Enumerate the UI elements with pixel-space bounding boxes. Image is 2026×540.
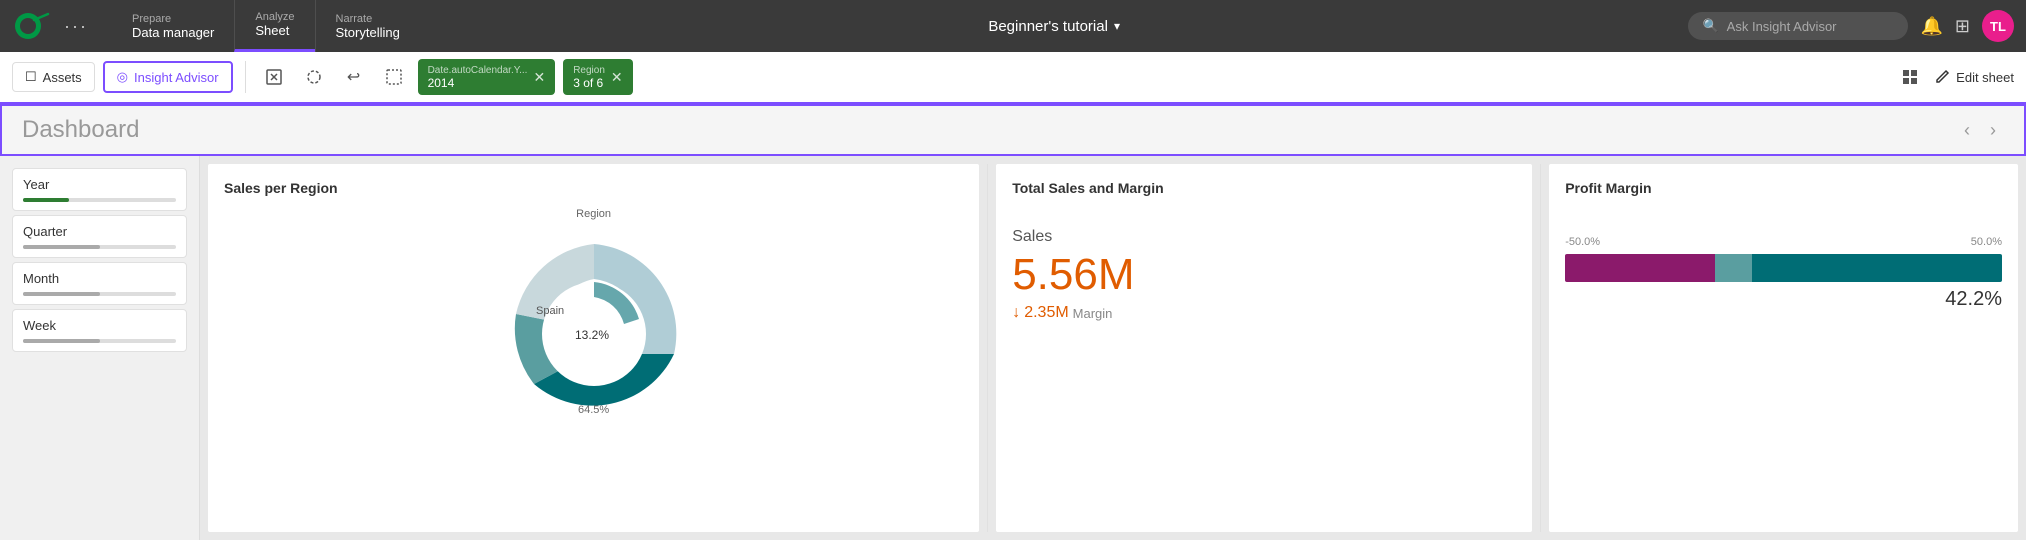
insight-icon: ◎ [117,69,128,85]
month-filter[interactable]: Month [12,262,187,305]
nav-narrate[interactable]: Narrate Storytelling [315,0,420,52]
quarter-filter-track [23,245,176,249]
search-icon: 🔍 [1702,18,1718,34]
separator-1 [987,164,988,532]
lasso-tool-button[interactable] [298,61,330,93]
right-nav: 🔍 Ask Insight Advisor 🔔 ⊞ TL [1688,10,2014,42]
margin-label: Margin [1073,306,1113,321]
bottom-pct-label: 64.5% [578,404,609,416]
insight-advisor-button[interactable]: ◎ Insight Advisor [103,61,233,93]
more-options-button[interactable]: ··· [64,16,88,37]
apps-grid-button[interactable]: ⊞ [1955,16,1970,37]
charts-area: Sales per Region Region [200,156,2026,540]
kpi-container: Sales 5.56M ↓ 2.35M Margin [1012,208,1516,342]
clear-selections-button[interactable] [378,61,410,93]
sheet-next-button[interactable]: › [1982,116,2004,145]
app-title[interactable]: Beginner's tutorial ▾ [420,18,1689,35]
nav-prepare[interactable]: Prepare Data manager [112,0,234,52]
profit-margin-chart: Profit Margin -50.0% 50.0% 42.2% [1549,164,2018,532]
svg-text:Spain: Spain [536,305,564,317]
sheet-title: Dashboard [22,116,139,144]
grid-view-button[interactable] [1894,61,1926,93]
divider [245,61,246,93]
donut-svg: Spain 13.2% [484,224,704,424]
quarter-filter[interactable]: Quarter [12,215,187,258]
profit-margin-content: -50.0% 50.0% 42.2% [1565,236,2002,311]
toolbar-right: Edit sheet [1894,61,2014,93]
sheet-prev-button[interactable]: ‹ [1956,116,1978,145]
year-filter-fill [23,198,69,202]
year-filter-track [23,198,176,202]
pm-bar [1565,254,2002,282]
assets-button[interactable]: ☐ Assets [12,62,95,92]
sheet-title-bar: Dashboard ‹ › [0,104,2026,156]
filter-chip-region[interactable]: Region 3 of 6 ✕ [563,59,632,95]
pm-bar-mid [1715,254,1752,282]
donut-chart: Region Spain [224,208,963,416]
notifications-button[interactable]: 🔔 [1920,16,1942,37]
month-filter-track [23,292,176,296]
nav-analyze[interactable]: Analyze Sheet [234,0,314,52]
month-filter-fill [23,292,100,296]
selection-tool-button[interactable] [258,61,290,93]
quarter-filter-fill [23,245,100,249]
total-sales-chart: Total Sales and Margin Sales 5.56M ↓ 2.3… [996,164,1532,532]
toolbar: ☐ Assets ◎ Insight Advisor ↩ Date.autoCa… [0,52,2026,104]
week-filter[interactable]: Week [12,309,187,352]
week-filter-fill [23,339,100,343]
top-navigation: ··· Prepare Data manager Analyze Sheet N… [0,0,2026,52]
insight-advisor-search[interactable]: 🔍 Ask Insight Advisor [1688,12,1908,40]
pm-percentage: 42.2% [1565,288,2002,311]
filter-chip-date[interactable]: Date.autoCalendar.Y... 2014 ✕ [418,59,556,95]
back-button[interactable]: ↩ [338,61,370,93]
filter-chip-date-close[interactable]: ✕ [533,69,545,86]
sales-region-chart: Sales per Region Region [208,164,979,532]
assets-icon: ☐ [25,69,37,85]
main-content: Year Quarter Month Week Sale [0,156,2026,540]
sheet-navigation: ‹ › [1956,116,2004,145]
user-avatar[interactable]: TL [1982,10,2014,42]
pm-scale: -50.0% 50.0% [1565,236,2002,248]
pm-bar-purple [1565,254,1715,282]
trend-arrow: ↓ [1012,304,1020,322]
edit-sheet-button[interactable]: Edit sheet [1934,69,2014,85]
week-filter-track [23,339,176,343]
chevron-down-icon: ▾ [1114,19,1120,33]
qlik-logo[interactable] [12,10,56,42]
separator-2 [1540,164,1541,532]
left-filter-panel: Year Quarter Month Week [0,156,200,540]
year-filter[interactable]: Year [12,168,187,211]
pm-bar-teal [1752,254,2002,282]
svg-text:13.2%: 13.2% [575,328,609,342]
kpi-sub: ↓ 2.35M Margin [1012,304,1516,322]
filter-chip-region-close[interactable]: ✕ [611,69,623,86]
